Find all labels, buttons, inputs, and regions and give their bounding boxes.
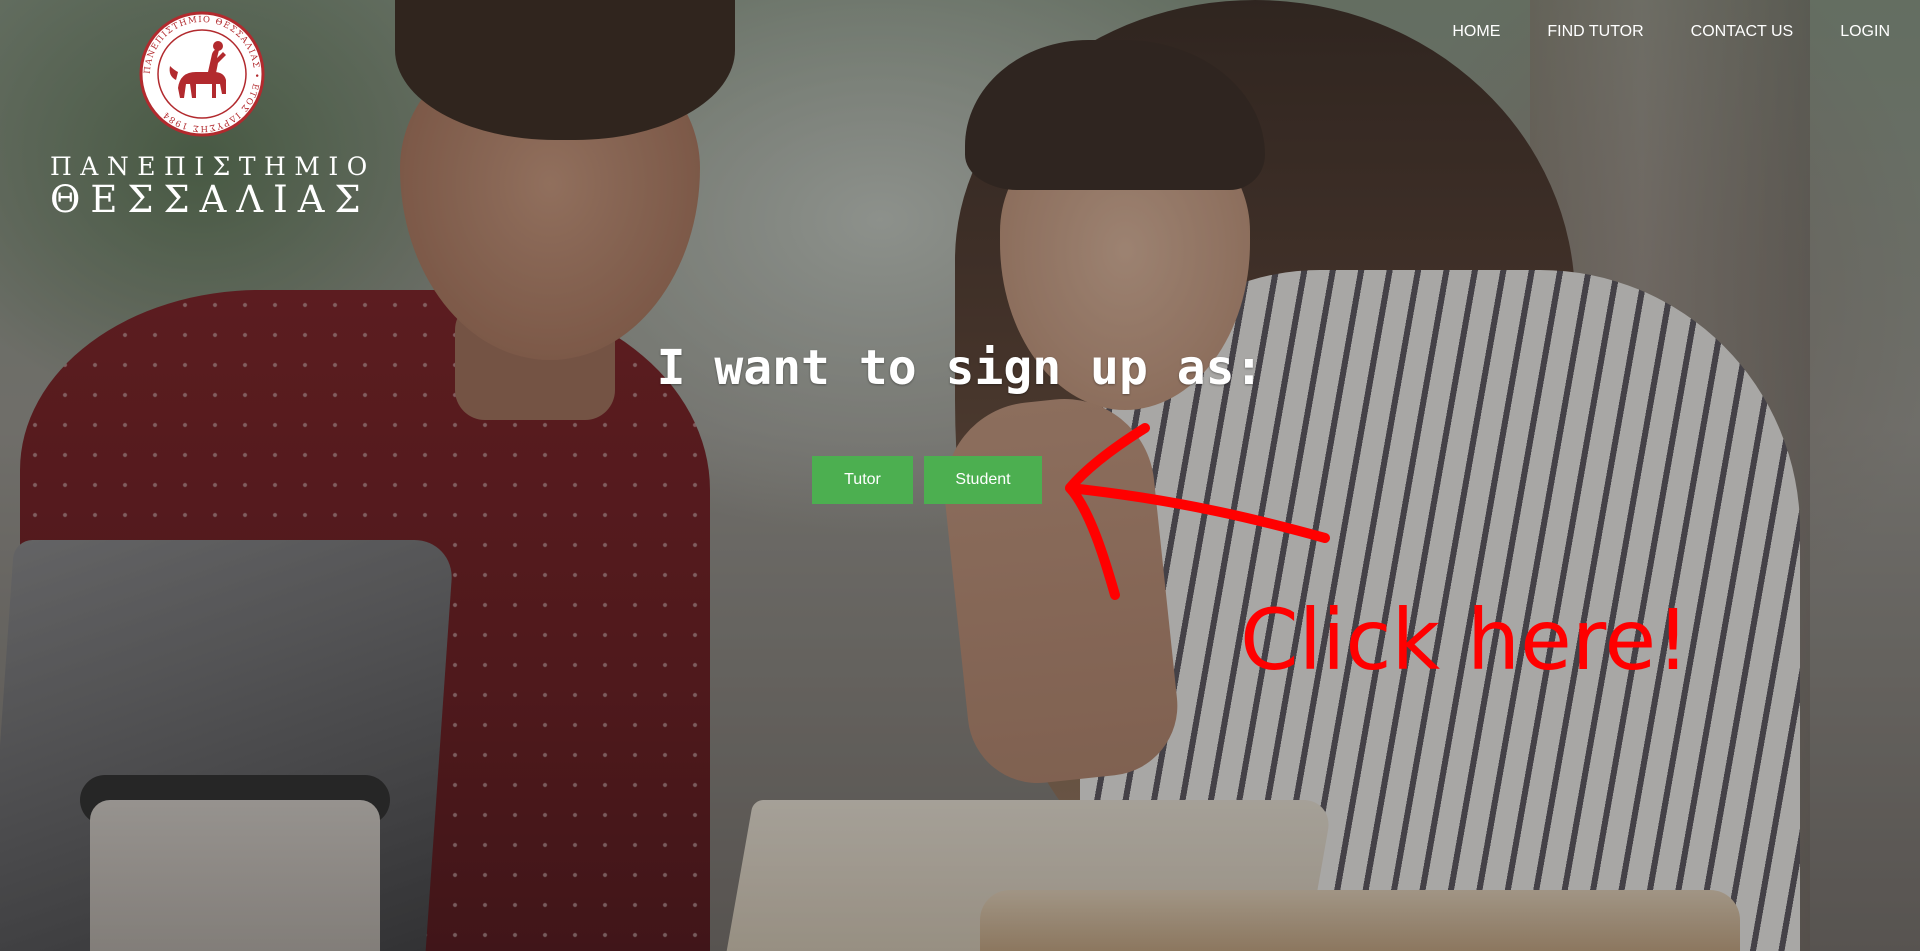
red-arrow-icon (1065, 423, 1330, 600)
university-logo[interactable]: ΠΑΝΕΠΙΣΤΗΜΙΟ ΘΕΣΣΑΛΙΑΣ • ΕΤΟΣ ΙΔΡΥΣΗΣ 19… (50, 10, 376, 221)
nav-login[interactable]: LOGIN (1840, 21, 1890, 43)
tutor-signup-button[interactable]: Tutor (812, 456, 913, 504)
logo-title-line2: ΘΕΣΣΑΛΙΑΣ (50, 178, 371, 221)
university-seal-icon: ΠΑΝΕΠΙΣΤΗΜΙΟ ΘΕΣΣΑΛΙΑΣ • ΕΤΟΣ ΙΔΡΥΣΗΣ 19… (139, 11, 265, 137)
click-here-annotation: Click here! (1240, 591, 1690, 689)
nav-contact-us[interactable]: CONTACT US (1691, 21, 1794, 43)
role-button-group: Tutor Student (812, 456, 1042, 504)
top-navigation: HOME FIND TUTOR CONTACT US LOGIN (1405, 21, 1890, 43)
logo-title-line1: ΠΑΝΕΠΙΣΤΗΜΙΟ (50, 152, 376, 181)
nav-find-tutor[interactable]: FIND TUTOR (1547, 21, 1643, 43)
signup-heading: I want to sign up as: (656, 340, 1264, 396)
student-signup-button[interactable]: Student (924, 456, 1042, 504)
nav-home[interactable]: HOME (1452, 21, 1500, 43)
